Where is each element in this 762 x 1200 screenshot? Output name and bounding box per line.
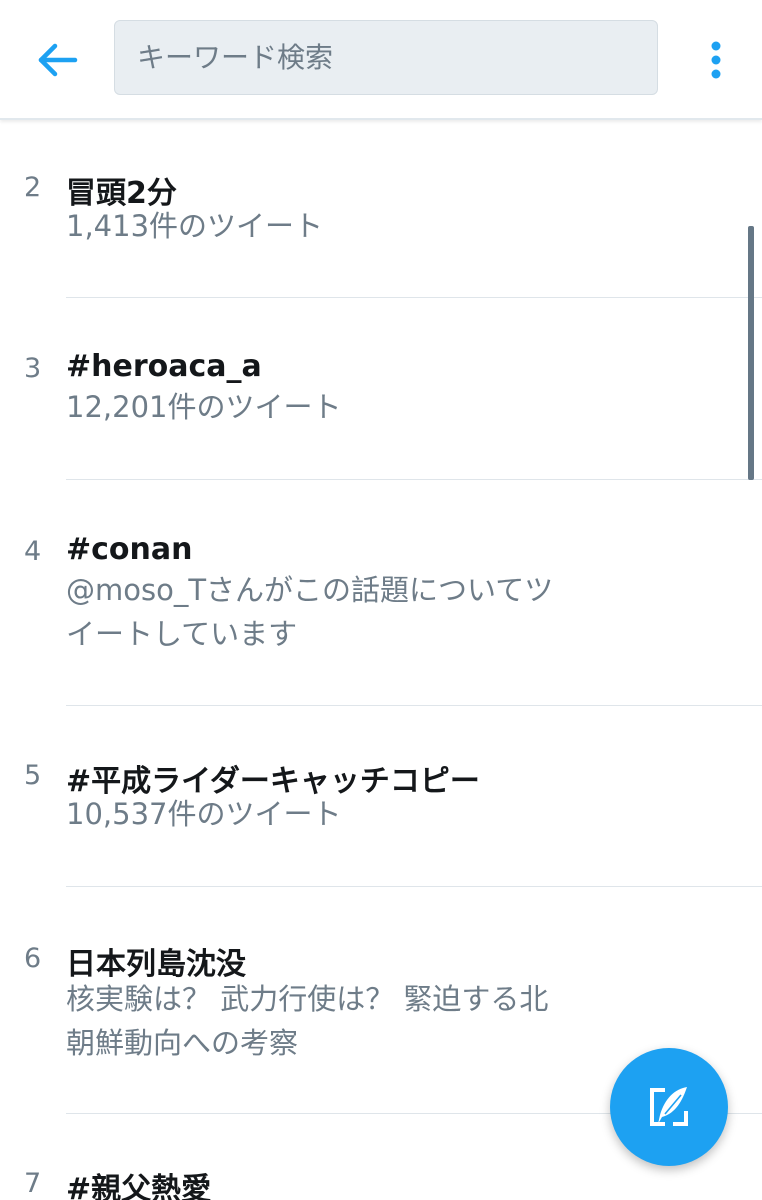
arrow-left-icon xyxy=(38,43,78,77)
trend-meta-line: 1,413件のツイート xyxy=(66,209,324,243)
trend-name: #heroaca_a xyxy=(66,349,262,384)
trend-meta-line: 10,537件のツイート xyxy=(66,797,342,831)
trend-meta: 10,537件のツイート xyxy=(66,792,636,836)
overflow-menu-button[interactable] xyxy=(694,34,738,86)
trend-rank: 4 xyxy=(24,536,42,567)
compose-tweet-icon xyxy=(650,1087,688,1126)
trend-meta: 12,201件のツイート xyxy=(66,385,636,429)
compose-tweet-button[interactable] xyxy=(610,1048,728,1166)
trend-rank: 3 xyxy=(24,353,42,384)
trend-meta-line: イートしています xyxy=(66,617,298,651)
trend-item[interactable]: 2 冒頭2分 1,413件のツイート xyxy=(0,120,762,298)
trend-item[interactable]: 4 #conan @moso_Tさんがこの話題についてツ イートしています xyxy=(0,480,762,706)
trend-meta-line: 12,201件のツイート xyxy=(66,390,342,424)
top-app-bar xyxy=(0,0,762,120)
trend-meta-line: @moso_Tさんがこの話題についてツ xyxy=(66,573,554,607)
trends-list: 2 冒頭2分 1,413件のツイート 3 #heroaca_a 12,201件の… xyxy=(0,120,762,1200)
trend-rank: 7 xyxy=(24,1168,42,1199)
trend-meta: 1,413件のツイート xyxy=(66,204,636,248)
back-button[interactable] xyxy=(30,34,86,86)
vertical-dots-icon xyxy=(711,41,721,79)
trends-screen: 2 冒頭2分 1,413件のツイート 3 #heroaca_a 12,201件の… xyxy=(0,0,762,1200)
trend-meta: @moso_Tさんがこの話題についてツ イートしています xyxy=(66,568,636,656)
trend-meta-line: 核実験は？ 武力行使は？ 緊迫する北 xyxy=(66,982,549,1016)
trend-name: #親父熱愛 xyxy=(66,1172,212,1200)
trend-item[interactable]: 3 #heroaca_a 12,201件のツイート xyxy=(0,298,762,479)
search-field[interactable] xyxy=(114,20,658,95)
trend-meta-line: 朝鮮動向への考察 xyxy=(66,1026,299,1060)
search-input[interactable] xyxy=(115,21,657,94)
trend-rank: 6 xyxy=(24,943,42,974)
trend-meta: 核実験は？ 武力行使は？ 緊迫する北 朝鮮動向への考察 xyxy=(66,977,636,1065)
trend-item[interactable]: 5 #平成ライダーキャッチコピー 10,537件のツイート xyxy=(0,706,762,887)
trend-rank: 5 xyxy=(24,760,42,791)
trend-name: #conan xyxy=(66,532,193,567)
trend-rank: 2 xyxy=(24,172,42,203)
scrollbar-thumb[interactable] xyxy=(748,226,754,480)
